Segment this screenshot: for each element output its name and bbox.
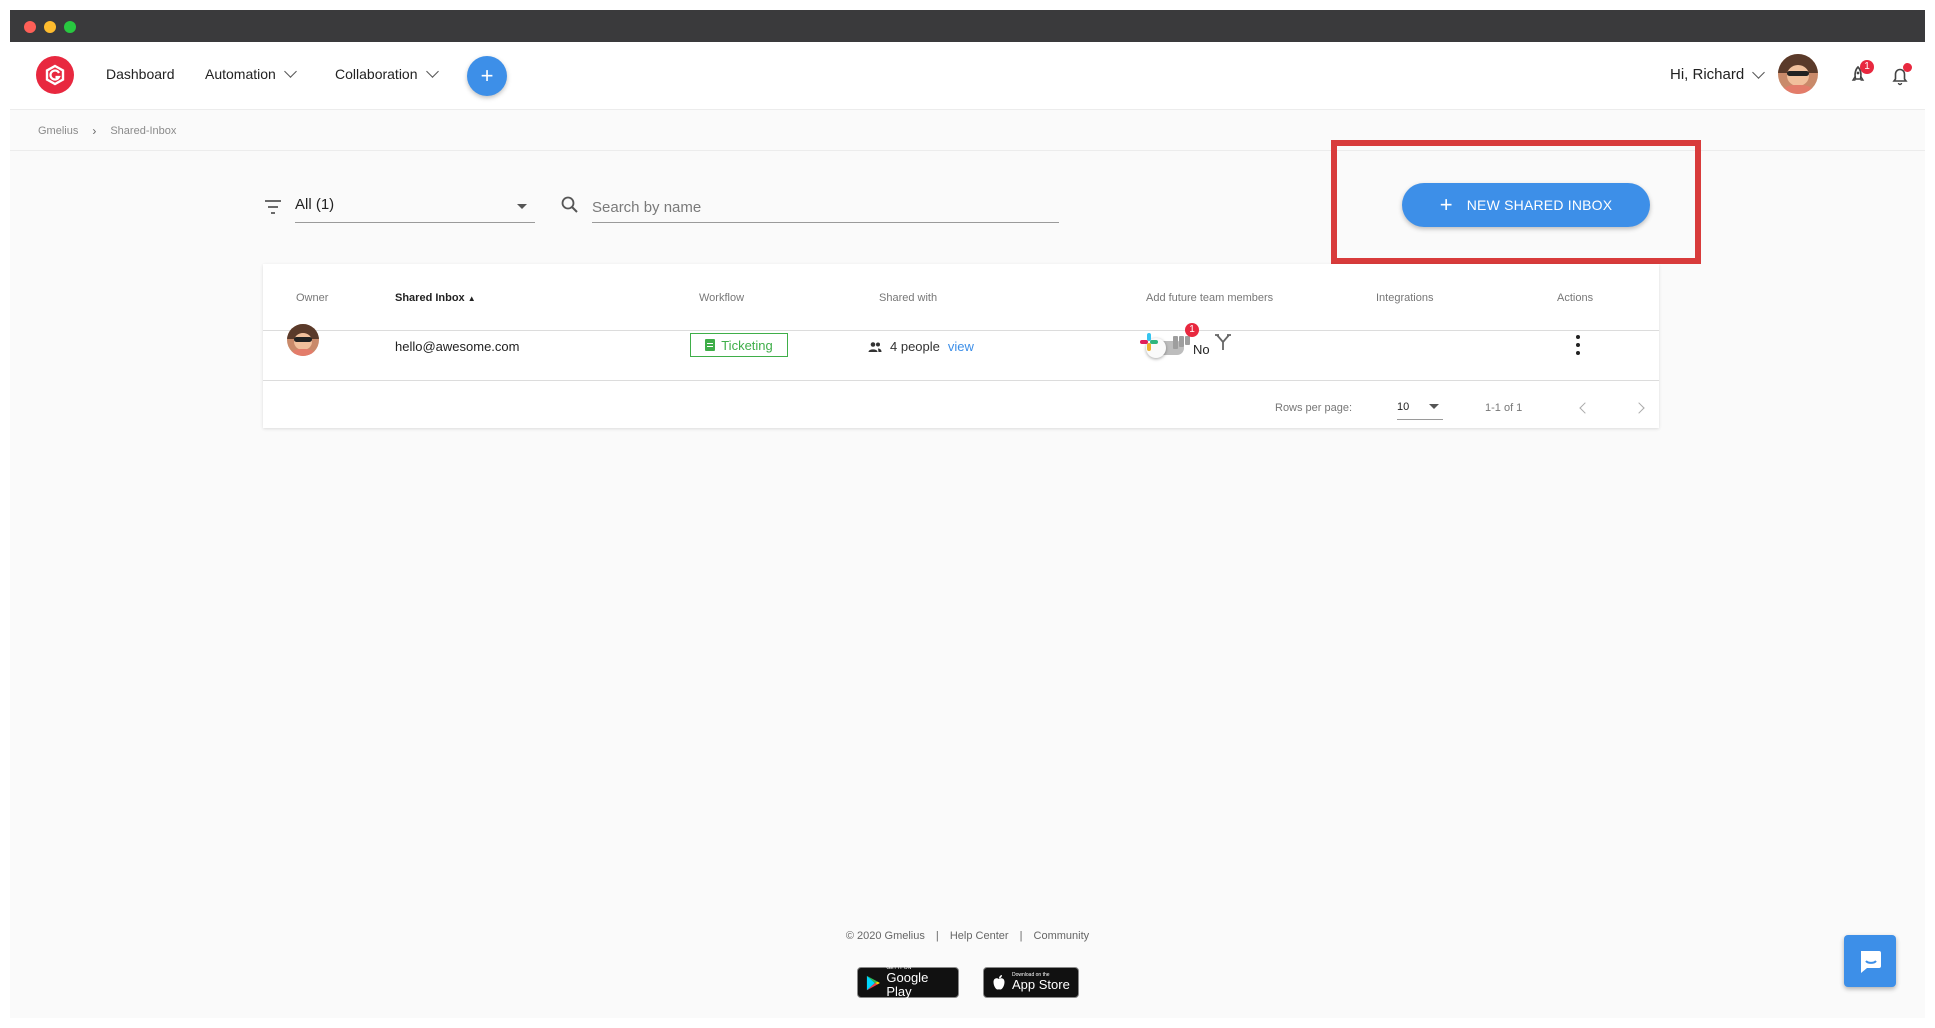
prev-page-icon[interactable] xyxy=(1579,402,1591,414)
window-titlebar xyxy=(10,10,1925,42)
filter-icon[interactable] xyxy=(263,197,283,217)
shared-inbox-email[interactable]: hello@awesome.com xyxy=(395,339,519,354)
dropdown-caret-icon xyxy=(517,204,527,209)
header-workflow: Workflow xyxy=(699,292,745,304)
nav-dashboard[interactable]: Dashboard xyxy=(106,66,175,82)
pagination-range: 1-1 of 1 xyxy=(1485,402,1523,414)
google-play-badge[interactable]: GET IT ON Google Play xyxy=(857,965,959,999)
quick-add-button[interactable]: + xyxy=(467,56,507,96)
filter-select[interactable]: All (1) xyxy=(295,193,535,223)
shared-inbox-table: Owner Shared Inbox ▲ Workflow Shared wit… xyxy=(263,264,1659,428)
add-future-label: No xyxy=(1193,342,1210,357)
user-greeting: Hi, Richard xyxy=(1670,66,1745,83)
row-divider xyxy=(263,380,1659,381)
maximize-window-button[interactable] xyxy=(64,21,76,33)
user-menu[interactable]: Hi, Richard xyxy=(1670,65,1766,83)
rocket-button[interactable]: 1 xyxy=(1844,60,1874,90)
help-center-link[interactable]: Help Center xyxy=(950,930,1009,942)
top-navbar: Dashboard Automation Collaboration + Hi,… xyxy=(10,42,1925,110)
chat-widget-button[interactable] xyxy=(1844,935,1896,987)
webhook-fork-icon[interactable] xyxy=(1212,331,1234,353)
nav-dashboard-label: Dashboard xyxy=(106,66,175,82)
google-play-icon xyxy=(866,975,880,990)
nav-collaboration[interactable]: Collaboration xyxy=(335,65,439,82)
chat-icon xyxy=(1861,951,1881,973)
close-window-button[interactable] xyxy=(24,21,36,33)
footer: © 2020 Gmelius | Help Center | Community xyxy=(0,930,1935,942)
clipboard-icon xyxy=(705,339,716,351)
shared-with: 4 people view xyxy=(868,339,974,354)
dropdown-caret-icon xyxy=(1429,404,1439,409)
notifications-button[interactable] xyxy=(1886,62,1914,90)
app-store-big: App Store xyxy=(1012,976,1070,992)
header-actions: Actions xyxy=(1557,292,1594,304)
new-shared-inbox-label: NEW SHARED INBOX xyxy=(1466,197,1613,213)
plus-icon: + xyxy=(1439,192,1453,217)
breadcrumb-current: Shared-Inbox xyxy=(110,125,177,137)
owner-avatar xyxy=(287,324,319,356)
header-owner: Owner xyxy=(296,292,329,304)
chevron-down-icon xyxy=(1752,65,1766,79)
community-link[interactable]: Community xyxy=(1034,930,1090,942)
app-store-badge[interactable]: Download on the App Store xyxy=(983,967,1079,998)
workflow-label: Ticketing xyxy=(721,337,773,353)
chevron-down-icon xyxy=(283,65,297,78)
rows-per-page-value: 10 xyxy=(1397,401,1410,413)
footer-copyright: © 2020 Gmelius xyxy=(845,930,925,942)
trello-integration[interactable]: 1 xyxy=(1171,323,1199,353)
nav-automation-label: Automation xyxy=(205,66,276,82)
notification-dot xyxy=(1903,63,1912,72)
header-shared-with: Shared with xyxy=(879,292,938,304)
nav-collaboration-label: Collaboration xyxy=(335,66,418,82)
google-play-big: Google Play xyxy=(886,969,929,999)
user-avatar[interactable] xyxy=(1778,54,1818,94)
breadcrumb-separator: › xyxy=(92,124,97,138)
gmelius-logo[interactable] xyxy=(36,56,74,94)
minimize-window-button[interactable] xyxy=(44,21,56,33)
slack-icon[interactable] xyxy=(1138,331,1160,353)
breadcrumb: Gmelius › Shared-Inbox xyxy=(38,124,176,138)
breadcrumb-root[interactable]: Gmelius xyxy=(38,125,78,137)
shared-count: 4 people xyxy=(890,339,940,354)
row-actions-menu[interactable] xyxy=(1570,334,1586,356)
footer-separator: | xyxy=(935,930,939,942)
apple-icon xyxy=(993,975,1005,990)
new-shared-inbox-button[interactable]: + NEW SHARED INBOX xyxy=(1402,183,1650,227)
integration-badge: 1 xyxy=(1185,323,1199,337)
header-shared-inbox-label: Shared Inbox xyxy=(395,292,465,304)
chevron-down-icon xyxy=(425,65,439,78)
people-icon xyxy=(868,341,882,352)
header-integrations: Integrations xyxy=(1376,292,1434,304)
footer-separator: | xyxy=(1019,930,1023,942)
filter-select-value: All (1) xyxy=(295,196,335,213)
search-icon xyxy=(561,196,578,213)
nav-automation[interactable]: Automation xyxy=(205,65,297,82)
header-shared-inbox[interactable]: Shared Inbox ▲ xyxy=(395,292,476,304)
search-input[interactable] xyxy=(592,193,1059,223)
view-shared-link[interactable]: view xyxy=(948,339,974,354)
rows-per-page-label: Rows per page: xyxy=(1275,402,1353,414)
next-page-icon[interactable] xyxy=(1633,402,1645,414)
workflow-tag[interactable]: Ticketing xyxy=(690,333,788,357)
rocket-badge: 1 xyxy=(1860,60,1874,74)
header-add-future: Add future team members xyxy=(1146,292,1274,304)
sort-asc-icon: ▲ xyxy=(467,294,476,303)
header-divider xyxy=(263,330,1659,331)
rows-per-page-select[interactable]: 10 xyxy=(1397,392,1443,420)
